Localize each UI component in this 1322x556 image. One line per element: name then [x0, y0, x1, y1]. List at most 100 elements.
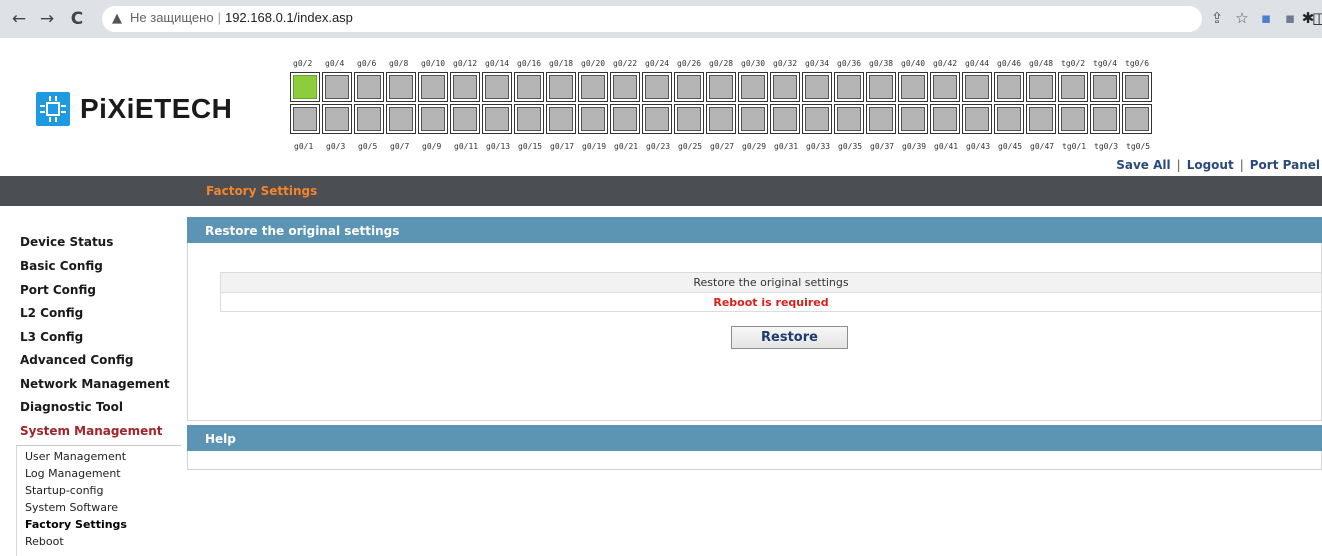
port-label: g0/18 — [549, 59, 574, 68]
port-face — [869, 107, 893, 131]
side-panel-icon[interactable]: ◫ — [1312, 8, 1322, 28]
port-g0-19[interactable] — [578, 104, 608, 134]
reload-icon[interactable]: C — [66, 6, 88, 32]
menu-l2-config[interactable]: L2 Config — [20, 306, 83, 320]
help-title: Help — [205, 432, 236, 446]
menu-basic-config[interactable]: Basic Config — [20, 259, 103, 273]
port-tg0-6[interactable] — [1122, 72, 1152, 102]
port-g0-39[interactable] — [898, 104, 928, 134]
port-g0-2[interactable] — [290, 72, 320, 102]
extension-icon[interactable]: ▪ — [1280, 8, 1300, 28]
port-g0-30[interactable] — [738, 72, 768, 102]
port-g0-18[interactable] — [546, 72, 576, 102]
port-g0-6[interactable] — [354, 72, 384, 102]
port-g0-13[interactable] — [482, 104, 512, 134]
port-g0-48[interactable] — [1026, 72, 1056, 102]
port-g0-20[interactable] — [578, 72, 608, 102]
port-label: g0/29 — [742, 142, 767, 151]
port-label: g0/1 — [294, 142, 314, 151]
port-g0-45[interactable] — [994, 104, 1024, 134]
menu-l3-config[interactable]: L3 Config — [20, 330, 83, 344]
port-g0-17[interactable] — [546, 104, 576, 134]
logout-link[interactable]: Logout — [1187, 158, 1234, 172]
port-g0-36[interactable] — [834, 72, 864, 102]
port-label: g0/26 — [677, 59, 702, 68]
port-g0-35[interactable] — [834, 104, 864, 134]
port-g0-42[interactable] — [930, 72, 960, 102]
port-face — [549, 75, 573, 99]
submenu-reboot[interactable]: Reboot — [25, 535, 64, 548]
port-g0-12[interactable] — [450, 72, 480, 102]
port-label: g0/27 — [710, 142, 735, 151]
browser-toolbar: ← → C ▲ Не защищено | 192.168.0.1/index.as… — [0, 0, 1322, 38]
menu-network-management[interactable]: Network Management — [20, 377, 170, 391]
port-g0-22[interactable] — [610, 72, 640, 102]
port-label: g0/13 — [486, 142, 511, 151]
share-icon[interactable]: ⇪ — [1207, 8, 1227, 28]
menu-advanced-config[interactable]: Advanced Config — [20, 353, 133, 367]
port-label: g0/21 — [614, 142, 639, 151]
port-g0-26[interactable] — [674, 72, 704, 102]
restore-button[interactable]: Restore — [731, 326, 848, 349]
port-g0-37[interactable] — [866, 104, 896, 134]
port-g0-5[interactable] — [354, 104, 384, 134]
port-g0-43[interactable] — [962, 104, 992, 134]
save-all-link[interactable]: Save All — [1116, 158, 1170, 172]
port-panel-link[interactable]: Port Panel — [1250, 158, 1320, 172]
port-g0-33[interactable] — [802, 104, 832, 134]
address-text: Не защищено | 192.168.0.1/index.asp — [130, 10, 353, 25]
port-g0-29[interactable] — [738, 104, 768, 134]
forward-icon[interactable]: → — [36, 6, 58, 32]
back-icon[interactable]: ← — [8, 6, 30, 32]
port-g0-14[interactable] — [482, 72, 512, 102]
port-g0-25[interactable] — [674, 104, 704, 134]
submenu-system-software[interactable]: System Software — [25, 501, 118, 514]
extension-icon[interactable]: ▪ — [1256, 8, 1276, 28]
menu-system-management[interactable]: System Management — [20, 424, 163, 438]
warning-icon[interactable]: ▲ — [112, 11, 122, 26]
port-g0-1[interactable] — [290, 104, 320, 134]
port-g0-15[interactable] — [514, 104, 544, 134]
port-g0-46[interactable] — [994, 72, 1024, 102]
port-g0-31[interactable] — [770, 104, 800, 134]
menu-diagnostic-tool[interactable]: Diagnostic Tool — [20, 400, 123, 414]
port-g0-4[interactable] — [322, 72, 352, 102]
submenu-factory-settings[interactable]: Factory Settings — [25, 518, 127, 531]
port-g0-32[interactable] — [770, 72, 800, 102]
port-g0-3[interactable] — [322, 104, 352, 134]
port-label: g0/35 — [838, 142, 863, 151]
menu-device-status[interactable]: Device Status — [20, 235, 113, 249]
port-tg0-2[interactable] — [1058, 72, 1088, 102]
port-g0-23[interactable] — [642, 104, 672, 134]
port-face — [357, 75, 381, 99]
port-tg0-4[interactable] — [1090, 72, 1120, 102]
port-g0-21[interactable] — [610, 104, 640, 134]
bookmark-star-icon[interactable]: ☆ — [1232, 8, 1252, 28]
port-label: g0/19 — [582, 142, 607, 151]
port-tg0-5[interactable] — [1122, 104, 1152, 134]
port-g0-40[interactable] — [898, 72, 928, 102]
port-g0-7[interactable] — [386, 104, 416, 134]
address-bar[interactable]: ▲ Не защищено | 192.168.0.1/index.asp — [102, 6, 1202, 32]
port-g0-44[interactable] — [962, 72, 992, 102]
port-g0-16[interactable] — [514, 72, 544, 102]
port-face — [837, 107, 861, 131]
port-tg0-3[interactable] — [1090, 104, 1120, 134]
port-g0-38[interactable] — [866, 72, 896, 102]
submenu-log-management[interactable]: Log Management — [25, 467, 121, 480]
port-g0-10[interactable] — [418, 72, 448, 102]
port-g0-47[interactable] — [1026, 104, 1056, 134]
port-label: g0/25 — [678, 142, 703, 151]
submenu-user-management[interactable]: User Management — [25, 450, 126, 463]
port-g0-41[interactable] — [930, 104, 960, 134]
port-g0-34[interactable] — [802, 72, 832, 102]
port-g0-8[interactable] — [386, 72, 416, 102]
menu-port-config[interactable]: Port Config — [20, 283, 96, 297]
port-tg0-1[interactable] — [1058, 104, 1088, 134]
port-g0-9[interactable] — [418, 104, 448, 134]
port-g0-28[interactable] — [706, 72, 736, 102]
port-g0-27[interactable] — [706, 104, 736, 134]
port-g0-11[interactable] — [450, 104, 480, 134]
submenu-startup-config[interactable]: Startup-config — [25, 484, 103, 497]
port-g0-24[interactable] — [642, 72, 672, 102]
